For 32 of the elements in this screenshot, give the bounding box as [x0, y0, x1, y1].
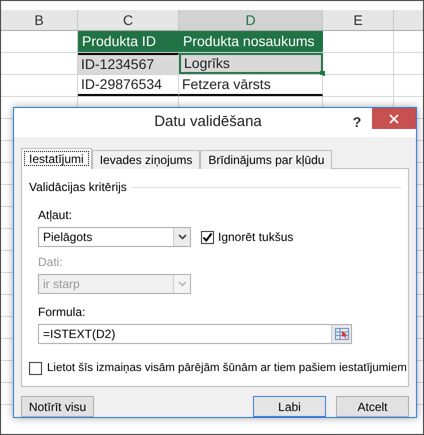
dropdown[interactable]: Pielāgots [38, 227, 191, 248]
table-cell[interactable]: Logrīks [179, 53, 323, 74]
chevron-down-icon [178, 281, 186, 288]
table-cell[interactable]: ID-29876534 [78, 75, 179, 96]
help-button[interactable]: ? [342, 112, 372, 133]
column-header[interactable]: E [323, 10, 394, 30]
close-button[interactable] [372, 108, 416, 129]
formula-field[interactable]: =ISTEXT(D2) [38, 324, 352, 344]
window-title: Datu validēšana [153, 112, 263, 132]
table-cell[interactable]: Fetzera vārsts [179, 75, 323, 96]
column-header[interactable]: D [179, 10, 323, 30]
close-icon [389, 114, 399, 124]
tab[interactable]: Brīdinājums par kļūdu [200, 150, 332, 170]
table-cell[interactable]: ID-1234567 [78, 53, 179, 74]
checkbox-label: Ignorēt tukšus [218, 229, 294, 246]
table-header-cell: Produkta ID [78, 31, 179, 52]
chevron-down-icon [178, 234, 186, 240]
range-select-icon[interactable] [331, 325, 351, 344]
checkbox[interactable] [29, 362, 42, 375]
dialog-button[interactable]: Notīrīt visu [21, 396, 94, 417]
field-label: Atļaut: [38, 208, 72, 222]
dialog-button[interactable]: Atcelt [336, 396, 409, 417]
group-title: Validācijas kritērijs [29, 179, 127, 196]
checkbox[interactable] [201, 230, 214, 244]
column-header[interactable]: B [1, 10, 78, 30]
field-label: Dati: [38, 254, 64, 272]
tab[interactable]: Ievades ziņojums [92, 150, 200, 170]
table-header-cell: Produkta nosaukums [179, 31, 323, 52]
dialog-button[interactable]: Labi [253, 396, 326, 417]
field-label: Formula: [38, 304, 86, 322]
tab[interactable]: Iestatījumi [21, 148, 92, 170]
checkbox-label: Lietot šīs izmaiņas visām pārējām šūnām ar tiem pašiem iestatījumiem [47, 360, 407, 376]
